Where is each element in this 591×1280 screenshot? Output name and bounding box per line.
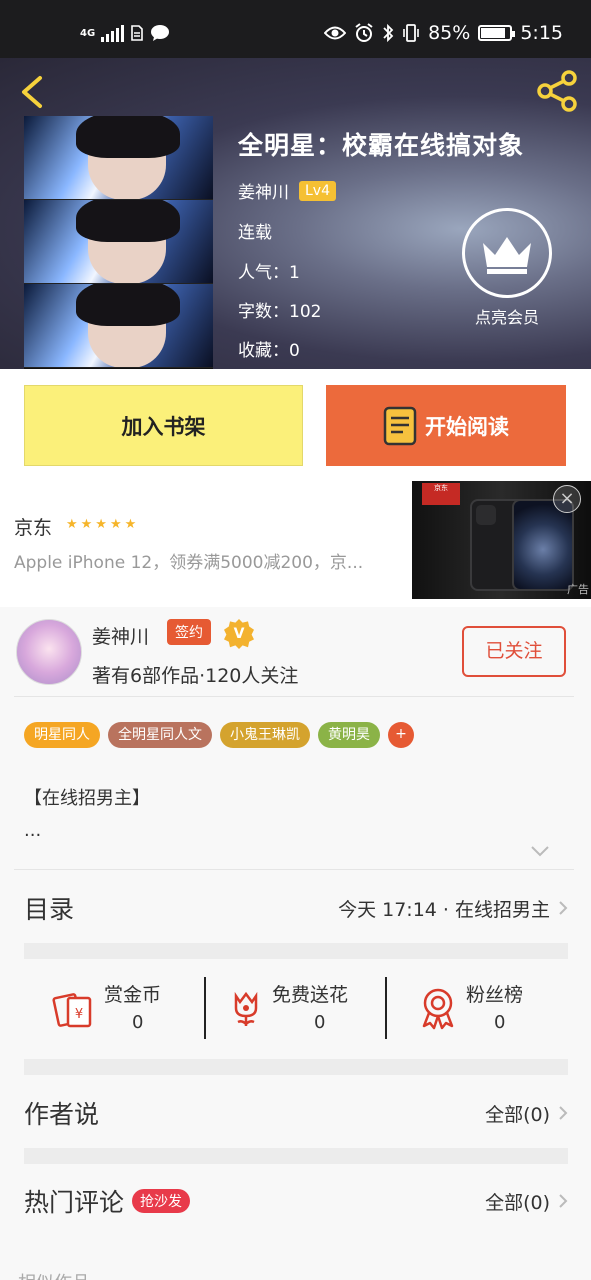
book-favorites: 收藏：0 [238,341,300,361]
battery-text: 85% [428,22,471,44]
hot-comments-row[interactable]: 热门评论 抢沙发 全部(0) [24,1171,568,1231]
book-header: 全明星：校霸在线搞对象 姜神川 Lv4 连载 人气：1 字数：102 收藏：0 … [0,58,591,369]
book-word-count: 字数：102 [238,302,322,322]
back-icon[interactable] [16,72,52,112]
tag-chip[interactable]: 明星同人 [24,722,100,748]
book-title: 全明星：校霸在线搞对象 [238,131,525,160]
author-name[interactable]: 姜神川 [92,622,149,649]
tag-list: 明星同人 全明星同人文 小鬼王琳凯 黄明昊 + [24,722,414,748]
crown-icon [462,208,552,298]
catalog-row[interactable]: 目录 今天 17:14 · 在线招男主 [24,878,568,938]
book-status: 连载 [238,223,272,243]
bluetooth-icon [383,23,394,43]
hot-comments-title: 热门评论 [24,1188,125,1217]
signal-icon [101,24,125,42]
status-left: 4G [80,24,170,42]
author-subtitle: 著有6部作品·120人关注 [92,665,299,687]
battery-fill [481,28,506,38]
chevron-right-icon [559,901,568,915]
red-envelope-icon: ¥ [52,993,92,1028]
book-author[interactable]: 姜神川 [238,178,289,203]
vip-button[interactable]: 点亮会员 [462,208,552,328]
medal-icon [422,988,454,1030]
intro-line: ... [24,820,42,841]
message-icon [151,25,170,41]
battery-icon [478,25,516,41]
author-says-row[interactable]: 作者说 全部(0) [24,1083,568,1143]
author-says-all: 全部(0) [485,1103,550,1126]
chevron-right-icon [559,1194,568,1208]
sim-icon [131,25,143,41]
chevron-down-icon[interactable] [530,845,550,857]
chevron-right-icon [559,1106,568,1120]
book-icon [383,406,417,445]
author-says-title: 作者说 [24,1100,100,1129]
start-reading-label: 开始阅读 [425,414,509,439]
section-gap [24,1148,568,1164]
ad-image: 京东 × 广告 [412,481,591,599]
action-bar: 加入书架 开始阅读 [0,369,591,481]
tag-chip[interactable]: 小鬼王琳凯 [220,722,310,748]
reward-label: 赏金币 [104,984,162,1006]
reward-fans[interactable]: 粉丝榜 0 [416,972,556,1042]
status-bar: 4G 85% 5:15 [0,0,591,58]
network-type: 4G [80,27,96,39]
book-intro[interactable]: 【在线招男主】 ... [24,783,150,847]
ad-tag: 广告 [567,583,589,596]
rewards-row: ¥ 赏金币 0 免费送花 0 粉丝榜 0 [24,972,568,1042]
ad-logo: 京东 [422,483,460,505]
status-right: 85% 5:15 [324,22,563,44]
divider [204,977,206,1039]
book-details: 姜神川 签约 V 著有6部作品·120人关注 已关注 明星同人 全明星同人文 小鬼王… [0,607,591,1280]
book-popularity: 人气：1 [238,263,300,283]
catalog-title: 目录 [24,895,75,924]
divider [14,869,574,870]
catalog-latest: 今天 17:14 · 在线招男主 [338,898,550,921]
flower-icon [234,991,258,1026]
reward-label: 粉丝榜 [466,984,524,1006]
start-reading-button[interactable]: 开始阅读 [326,385,566,466]
book-cover[interactable] [24,116,213,369]
ad-close-icon[interactable]: × [553,485,581,513]
share-icon[interactable] [535,68,581,114]
alarm-icon [355,23,373,42]
intro-line: 【在线招男主】 [24,788,150,809]
level-badge: Lv4 [299,180,336,201]
vibrate-icon [403,24,419,42]
book-author-line: 姜神川 Lv4 [238,178,336,203]
reward-value: 0 [132,1012,144,1033]
divider [385,977,387,1039]
ad-banner[interactable]: 京东 ★★★★★ Apple iPhone 12，领券满5000减200，京..… [0,481,591,607]
ad-rating: ★★★★★ [66,517,140,532]
similar-works-title: 相似作品 [18,1269,90,1280]
cover-panel [24,284,213,368]
add-to-shelf-button[interactable]: 加入书架 [24,385,303,466]
reward-value: 0 [314,1012,326,1033]
add-to-shelf-label: 加入书架 [121,414,206,439]
hot-comments-all: 全部(0) [485,1191,550,1214]
svg-text:¥: ¥ [75,1007,83,1022]
follow-button[interactable]: 已关注 [462,626,566,677]
section-gap [24,943,568,959]
sofa-badge: 抢沙发 [132,1189,191,1213]
cover-panel [24,116,213,200]
ad-description: Apple iPhone 12，领券满5000减200，京... [14,553,364,573]
reward-flower[interactable]: 免费送花 0 [224,972,384,1042]
signed-badge: 签约 [167,619,211,645]
ad-advertiser: 京东 [14,517,53,539]
section-gap [24,1059,568,1075]
add-tag-button[interactable]: + [388,722,414,748]
tag-chip[interactable]: 全明星同人文 [108,722,212,748]
verified-badge: V [224,619,254,649]
reward-coin[interactable]: ¥ 赏金币 0 [52,972,182,1042]
tag-chip[interactable]: 黄明昊 [318,722,380,748]
reward-label: 免费送花 [272,984,349,1006]
cover-panel [24,200,213,284]
reward-value: 0 [494,1012,506,1033]
eye-icon [324,26,347,40]
vip-label: 点亮会员 [474,308,539,327]
divider [14,696,574,697]
avatar[interactable] [16,619,82,685]
clock: 5:15 [520,22,563,44]
